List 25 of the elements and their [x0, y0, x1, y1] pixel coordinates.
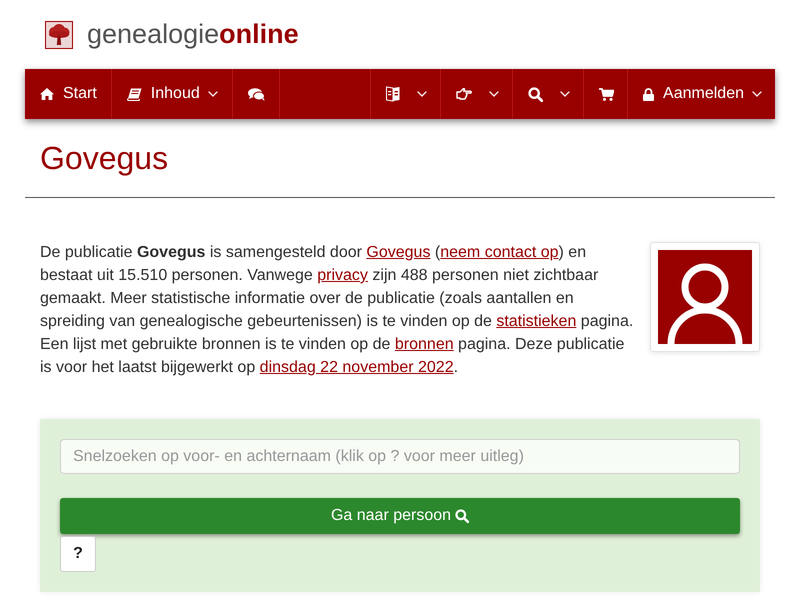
text-link[interactable]: privacy [317, 267, 368, 284]
site-logo-text[interactable]: genealogieonline [87, 21, 299, 48]
open-book-pages-icon [386, 86, 400, 102]
text-link[interactable]: bronnen [394, 336, 454, 353]
book-icon [126, 88, 142, 100]
help-button[interactable]: ? [60, 536, 96, 572]
home-icon [40, 88, 54, 100]
search-icon [528, 86, 544, 102]
pointing-hand-icon [456, 88, 472, 100]
shopping-cart-icon [599, 88, 614, 100]
description-paragraph: De publicatie Govegus is samengesteld door Govegus (neem contact op) en bestaat uit 15.510 personen. Vanwege privacy zijn 488 personen niet zichtbaar gemaakt. Meer statistische informatie over de publicatie (zoals aantallen en spreiding van genealogische gebeurtenissen) is te vinden op de statistieken pagina. Een lijst met gebruikte bronnen is te vinden op de bronnen pagina. Deze publicatie is voor het laatst bijgewerkt op dinsdag 22 november 2022. [40, 243, 634, 378]
text-link[interactable]: neem contact op [440, 244, 559, 261]
search-person-button[interactable]: Ga naar persoon [60, 498, 740, 534]
tree-logo-icon [45, 20, 73, 48]
name-search-field[interactable]: Snelzoeken op voor- en achternaam (klik op ? voor meer uitleg) [60, 439, 740, 474]
search-icon [455, 509, 470, 523]
nav-dropdown[interactable]: Inhoud [112, 69, 233, 119]
nav-link[interactable]: Start [25, 69, 112, 119]
chat-bubbles-icon [248, 88, 265, 100]
text-link[interactable]: dinsdag 22 november 2022 [260, 359, 454, 376]
text-link[interactable]: Govegus [366, 244, 430, 261]
text-link[interactable]: statistieken [496, 313, 576, 330]
login-dropdown[interactable]: Aanmelden [627, 69, 775, 119]
page-title: Govegus [40, 141, 168, 176]
lock-icon [643, 88, 654, 100]
